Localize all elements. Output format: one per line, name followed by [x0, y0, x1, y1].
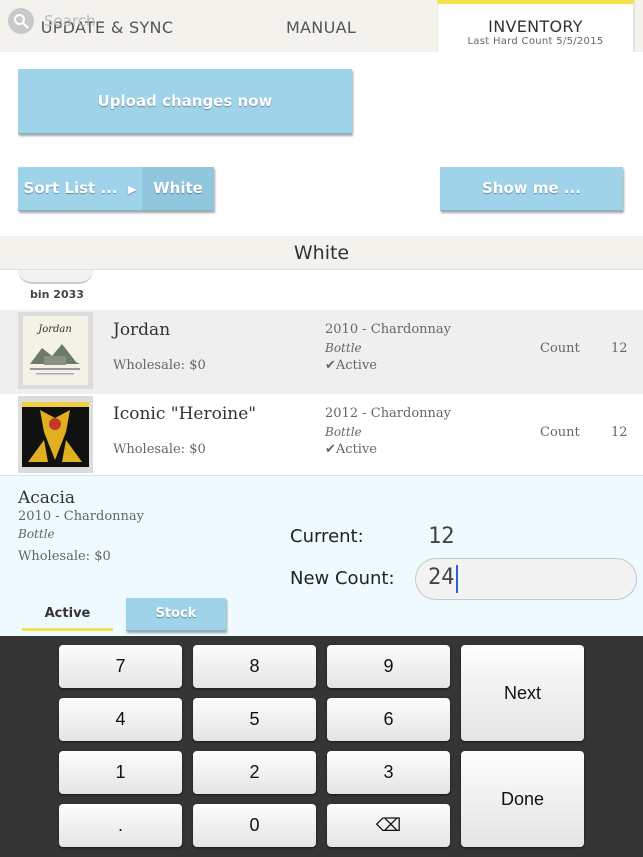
new-count-field[interactable]: 24 — [415, 558, 637, 600]
key-2[interactable]: 2 — [193, 751, 316, 794]
next-key[interactable]: Next — [461, 645, 584, 741]
key-3[interactable]: 3 — [327, 751, 450, 794]
count-value: 12 — [611, 425, 628, 440]
backspace-icon: ⌫ — [375, 815, 402, 835]
section-header: White — [0, 236, 643, 270]
list-item[interactable]: Iconic "Heroine" Wholesale: $0 2012 - Ch… — [0, 394, 643, 479]
key-9[interactable]: 9 — [327, 645, 450, 688]
tab-inventory-label: INVENTORY — [488, 17, 583, 36]
list-item[interactable]: Jordan Jordan Wholesale: $0 2010 - Chard… — [0, 310, 643, 394]
wine-label-jordan: Jordan — [18, 312, 93, 389]
editor-wholesale: Wholesale: $0 — [18, 549, 111, 564]
editor-wine-name: Acacia — [18, 488, 76, 508]
bin-label: bin 2033 — [30, 288, 84, 301]
wine-name: Iconic "Heroine" — [113, 404, 257, 424]
sort-list-button[interactable]: Sort List ... ▶ White — [18, 167, 214, 211]
wine-status: ✔Active — [325, 358, 377, 373]
wine-name: Jordan — [113, 320, 171, 340]
text-cursor — [456, 565, 458, 593]
done-key[interactable]: Done — [461, 751, 584, 847]
numeric-keypad: 7 8 9 Next 4 5 6 1 2 3 Done . 0 ⌫ — [0, 636, 643, 857]
key-1[interactable]: 1 — [59, 751, 182, 794]
count-label: Count — [540, 425, 580, 440]
count-value: 12 — [611, 341, 628, 356]
wine-vintage: 2012 - Chardonnay — [325, 406, 452, 421]
upload-changes-button[interactable]: Upload changes now — [18, 69, 352, 134]
key-decimal[interactable]: . — [59, 804, 182, 847]
wine-label-iconic — [18, 396, 93, 473]
wine-thumbnail-partial — [18, 270, 93, 284]
key-5[interactable]: 5 — [193, 698, 316, 741]
key-6[interactable]: 6 — [327, 698, 450, 741]
backspace-key[interactable]: ⌫ — [327, 804, 450, 847]
key-7[interactable]: 7 — [59, 645, 182, 688]
sort-list-label: Sort List ... ▶ — [23, 179, 137, 197]
wine-vintage: 2010 - Chardonnay — [325, 322, 452, 337]
wine-status: ✔Active — [325, 442, 377, 457]
wine-wholesale: Wholesale: $0 — [113, 358, 206, 373]
tab-inventory[interactable]: INVENTORY Last Hard Count 5/5/2015 — [437, 0, 635, 52]
editor-wine-format: Bottle — [18, 527, 55, 541]
search-icon — [8, 8, 34, 34]
editor-wine-vintage: 2010 - Chardonnay — [18, 509, 145, 524]
key-8[interactable]: 8 — [193, 645, 316, 688]
new-count-value: 24 — [428, 565, 455, 590]
count-label: Count — [540, 341, 580, 356]
tab-active[interactable]: Active — [22, 600, 113, 631]
new-count-label: New Count: — [290, 568, 395, 589]
wine-format: Bottle — [325, 341, 362, 355]
current-value: 12 — [428, 524, 455, 549]
wine-wholesale: Wholesale: $0 — [113, 442, 206, 457]
current-label: Current: — [290, 526, 364, 547]
key-4[interactable]: 4 — [59, 698, 182, 741]
top-tab-bar: UPDATE & SYNC MANUAL INVENTORY Last Hard… — [0, 0, 643, 52]
svg-text:Jordan: Jordan — [36, 324, 72, 335]
wine-format: Bottle — [325, 425, 362, 439]
tab-stock[interactable]: Stock — [126, 598, 226, 631]
sort-value: White — [142, 167, 214, 210]
tab-manual[interactable]: MANUAL — [214, 0, 428, 52]
last-hard-count: Last Hard Count 5/5/2015 — [467, 36, 604, 47]
show-me-button[interactable]: Show me ... — [440, 167, 623, 211]
list-item-partial[interactable]: bin 2033 — [0, 270, 643, 311]
play-arrow-icon: ▶ — [128, 183, 137, 196]
key-0[interactable]: 0 — [193, 804, 316, 847]
search-placeholder: Search — [44, 12, 96, 30]
count-editor-panel: Acacia 2010 - Chardonnay Bottle Wholesal… — [0, 475, 643, 637]
